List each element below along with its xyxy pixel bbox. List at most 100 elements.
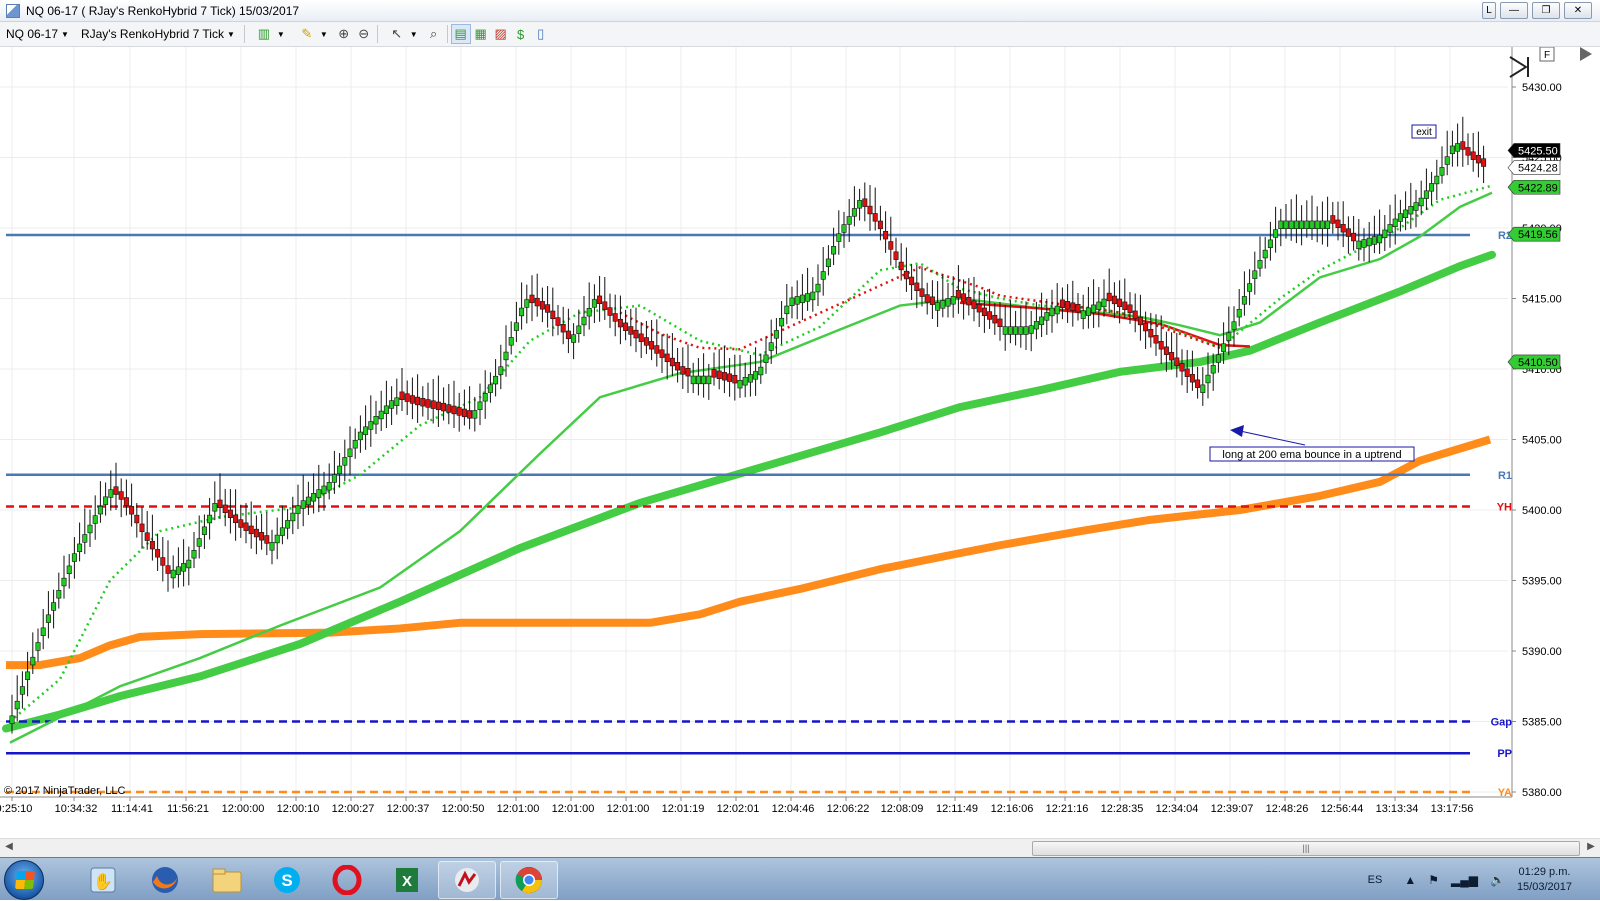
bear-candle <box>134 503 140 538</box>
candle-body <box>779 317 785 327</box>
bear-candle <box>997 302 1003 341</box>
candle-body <box>961 293 967 302</box>
candle-body <box>643 337 649 346</box>
candle-body <box>1091 304 1097 313</box>
instrument-selector[interactable]: NQ 06-17 ▼ <box>0 24 75 44</box>
bear-candle <box>118 478 124 518</box>
cursor-mode-button[interactable]: ↖ ▼ <box>381 24 424 44</box>
toolbar-divider <box>446 25 448 43</box>
candle-body <box>659 349 665 358</box>
candle-body <box>612 313 618 322</box>
candle-body <box>233 514 239 524</box>
scroll-left-icon[interactable]: ◀ <box>2 841 16 856</box>
arrow-line[interactable] <box>1239 430 1306 446</box>
link-button[interactable]: L <box>1482 2 1496 19</box>
price-tag: 5419.56 <box>1507 226 1561 242</box>
indicators-icon[interactable]: ▤ <box>450 24 471 44</box>
bull-candle <box>1273 206 1279 253</box>
bull-candle <box>1403 191 1409 231</box>
template-icon[interactable]: ▯ <box>531 24 551 44</box>
candle-body <box>389 400 395 409</box>
drawing-tools-button[interactable]: ✎ ▼ <box>291 24 334 44</box>
action-center-flag-icon[interactable]: ⚑ <box>1428 873 1439 887</box>
bear-candle <box>160 536 166 582</box>
candle-body <box>654 345 660 354</box>
scroll-thumb[interactable]: ||| <box>1032 841 1580 856</box>
candle-body <box>992 314 998 324</box>
bear-candle <box>893 237 899 269</box>
close-button[interactable]: ✕ <box>1564 2 1592 19</box>
candle-body <box>378 410 384 420</box>
candle-body <box>768 342 774 351</box>
volume-icon[interactable]: 🔈 <box>1490 873 1505 887</box>
language-indicator[interactable]: ES <box>1368 874 1383 886</box>
start-button[interactable] <box>4 860 44 900</box>
candle-body <box>742 377 748 386</box>
bull-candle <box>1314 206 1320 243</box>
signal-icon[interactable]: ▂▄▆ <box>1451 873 1478 887</box>
chart-panel[interactable]: R2 R1 YH Gap PP YA exit long at 200 ema bounce… <box>0 47 1600 843</box>
candle-body <box>1449 145 1455 155</box>
bull-candle <box>581 295 587 337</box>
bull-candle <box>784 284 790 325</box>
bear-candle <box>550 287 556 337</box>
taskbar-ninjatrader[interactable] <box>438 861 496 899</box>
candle-body <box>1377 234 1383 244</box>
candle-body <box>404 393 410 402</box>
candle-body <box>1392 218 1398 228</box>
bar-type-selector[interactable]: RJay's RenkoHybrid 7 Tick ▼ <box>75 24 241 44</box>
horizontal-scrollbar[interactable]: ◀ ||| ▶ <box>0 838 1600 857</box>
bull-candle <box>1080 294 1086 330</box>
show-hidden-icons-icon[interactable]: ▲ <box>1404 873 1416 887</box>
price-axis-label: 5380.00 <box>1522 787 1562 799</box>
time-axis-label: 12:00:37 <box>387 803 430 815</box>
price-chart[interactable]: R2R1YHGapPPYA exitlong at 200 ema bounce… <box>0 47 1600 843</box>
candle-body <box>519 307 525 317</box>
zoom-in-icon[interactable]: ⊕ <box>334 24 354 44</box>
candle-body <box>903 270 909 280</box>
chart-style-button[interactable]: ▥ ▼ <box>248 24 291 44</box>
taskbar-excel[interactable]: X <box>378 861 436 899</box>
exit-annotation[interactable]: exit <box>1411 124 1437 139</box>
strategies-icon[interactable]: ▦ <box>471 24 491 44</box>
candle-body <box>1283 220 1289 230</box>
bull-candle <box>1455 123 1461 167</box>
taskbar-hand-app[interactable]: ✋ <box>74 861 132 899</box>
taskbar-firefox[interactable] <box>136 861 194 899</box>
taskbar-skype[interactable]: S <box>258 861 316 899</box>
bear-candle <box>113 462 119 510</box>
windows-taskbar: ✋ S X ES ▲ ⚑ ▂▄▆ 🔈 01:29 p.m. 15/03/2017 <box>0 857 1600 900</box>
restore-button[interactable]: ❐ <box>1532 2 1560 19</box>
bull-candle <box>482 370 488 419</box>
bear-candle <box>227 489 233 534</box>
scroll-right-icon[interactable]: ▶ <box>1584 841 1598 856</box>
data-box-icon[interactable]: ⌕ <box>424 24 444 44</box>
taskbar-chrome[interactable] <box>500 861 558 899</box>
price-axis-label: 5390.00 <box>1522 646 1562 658</box>
bull-candle <box>51 589 57 629</box>
taskbar-file-explorer[interactable] <box>198 861 256 899</box>
chevron-right-icon[interactable] <box>1580 47 1592 61</box>
time-axis-label: 12:01:00 <box>497 803 540 815</box>
candle-body <box>1039 316 1045 325</box>
zoom-out-icon[interactable]: ⊖ <box>354 24 374 44</box>
go-to-end-button[interactable] <box>1509 56 1529 78</box>
entry-note-annotation[interactable]: long at 200 ema bounce in a uptrend <box>1209 425 1415 462</box>
f-button-label[interactable]: F <box>1544 50 1550 61</box>
chart-properties-icon[interactable]: ▨ <box>491 24 511 44</box>
candle-body <box>1122 301 1128 310</box>
taskbar-opera[interactable] <box>318 861 376 899</box>
time-axis-label: 12:01:00 <box>552 803 595 815</box>
candle-body <box>1111 295 1117 305</box>
candle-body <box>165 565 171 574</box>
f-button[interactable]: F <box>1539 47 1555 62</box>
axes-layer: 5430.005425.005420.005415.005410.005405.… <box>0 47 1592 815</box>
dollar-icon[interactable]: $ <box>511 24 531 44</box>
candle-body <box>732 374 738 384</box>
bear-candle <box>872 187 878 231</box>
candle-body <box>851 208 857 217</box>
minimize-button[interactable]: — <box>1500 2 1528 19</box>
candle-body <box>534 297 540 307</box>
system-clock[interactable]: 01:29 p.m. 15/03/2017 <box>1517 865 1572 895</box>
arrow-head-icon[interactable] <box>1230 425 1244 437</box>
